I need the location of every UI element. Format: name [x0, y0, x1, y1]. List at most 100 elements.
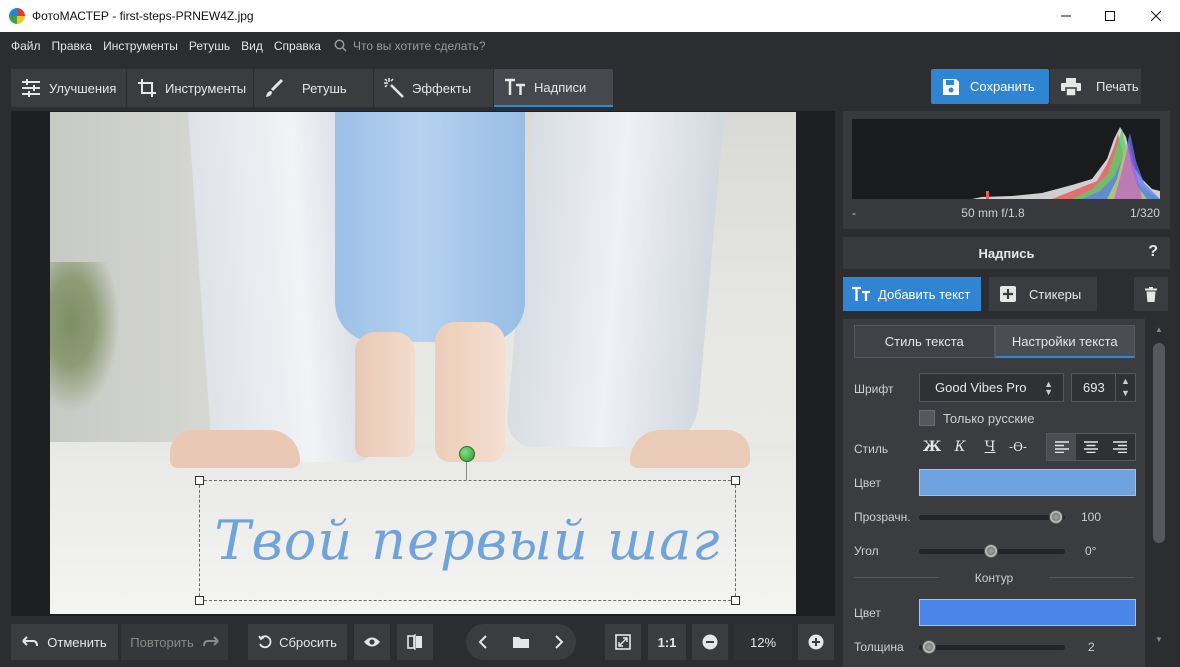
folder-icon[interactable]	[512, 635, 530, 649]
align-left-button[interactable]	[1047, 434, 1077, 460]
tab-effects[interactable]: Эффекты	[374, 69, 493, 107]
divider	[1049, 577, 1134, 578]
strikethrough-button[interactable]: -Ѳ-	[1005, 434, 1031, 460]
canvas-area[interactable]: Твой первый шаг	[11, 111, 835, 616]
preview-button[interactable]	[354, 624, 390, 660]
subtabs: Стиль текста Настройки текста	[854, 325, 1135, 358]
zoom-in-button[interactable]	[798, 624, 834, 660]
thickness-value: 2	[1088, 640, 1095, 654]
zoom-out-icon	[702, 634, 718, 650]
font-select[interactable]: Good Vibes Pro ▲ ▼	[919, 373, 1064, 402]
tab-label: Надписи	[534, 79, 587, 95]
reset-icon	[258, 635, 272, 649]
font-label: Шрифт	[854, 382, 894, 396]
menu-search[interactable]: Что вы хотите сделать?	[334, 39, 486, 53]
minimize-icon[interactable]	[1043, 0, 1089, 32]
histogram: - 50 mm f/1.8 1/320	[843, 111, 1170, 229]
stickers-button[interactable]: Стикеры	[989, 277, 1097, 311]
text-icon	[852, 286, 870, 301]
zoom-1to1-button[interactable]: 1:1	[648, 624, 686, 660]
print-button[interactable]: Печать	[1050, 69, 1141, 104]
chevron-left-icon[interactable]	[478, 635, 488, 649]
tab-label: Эффекты	[412, 80, 472, 96]
crop-icon	[138, 79, 156, 97]
menu-edit[interactable]: Правка	[52, 39, 93, 53]
thickness-label: Толщина	[854, 640, 904, 654]
undo-icon	[22, 636, 39, 647]
maximize-icon[interactable]	[1087, 0, 1133, 32]
text-selection-box[interactable]	[195, 476, 740, 605]
resize-handle-tl[interactable]	[195, 476, 204, 485]
help-button[interactable]: ?	[1148, 243, 1158, 261]
scroll-thumb[interactable]	[1153, 343, 1165, 543]
updown-icon: ▲ ▼	[1044, 379, 1053, 397]
style-label: Стиль	[854, 442, 889, 456]
compare-button[interactable]	[397, 624, 433, 660]
underline-button[interactable]: Ч	[977, 434, 1003, 460]
opacity-slider[interactable]	[919, 510, 1065, 524]
text-settings-panel: Стиль текста Настройки текста Шрифт Good…	[843, 319, 1145, 667]
resize-handle-bl[interactable]	[195, 596, 204, 605]
resize-handle-tr[interactable]	[731, 476, 740, 485]
redo-button[interactable]: Повторить	[121, 624, 228, 660]
menu-help[interactable]: Справка	[274, 39, 321, 53]
resize-handle-br[interactable]	[731, 596, 740, 605]
zoom-level[interactable]: 12%	[734, 624, 792, 660]
menu-bar: Файл Правка Инструменты Ретушь Вид Справ…	[0, 32, 1180, 59]
angle-slider-knob[interactable]	[984, 544, 998, 558]
trash-icon	[1145, 286, 1157, 302]
angle-slider[interactable]	[919, 544, 1065, 558]
bold-button[interactable]: Ж	[919, 434, 945, 460]
camera-info: 50 mm f/1.8	[961, 206, 1025, 220]
save-button[interactable]: Сохранить	[931, 69, 1049, 104]
undo-button[interactable]: Отменить	[11, 624, 118, 660]
angle-value: 0°	[1085, 544, 1097, 558]
settings-scrollbar[interactable]: ▲ ▼	[1148, 319, 1170, 655]
angle-label: Угол	[854, 544, 879, 558]
opacity-value: 100	[1081, 510, 1102, 524]
spinner-arrows-icon[interactable]: ▲ ▼	[1115, 374, 1135, 401]
text-color-swatch[interactable]	[919, 469, 1136, 496]
printer-icon	[1061, 77, 1081, 96]
tab-text-settings[interactable]: Настройки текста	[994, 325, 1135, 358]
tab-text-style[interactable]: Стиль текста	[854, 325, 995, 358]
align-right-button[interactable]	[1106, 434, 1135, 460]
undo-label: Отменить	[47, 634, 107, 650]
tab-retouch[interactable]: Ретушь	[254, 69, 373, 107]
search-icon	[334, 39, 347, 52]
tab-label: Ретушь	[302, 80, 347, 96]
thickness-slider-knob[interactable]	[922, 640, 936, 654]
opacity-slider-knob[interactable]	[1049, 510, 1063, 524]
close-icon[interactable]	[1133, 0, 1179, 32]
chevron-right-icon[interactable]	[554, 635, 564, 649]
zoom-out-button[interactable]	[692, 624, 728, 660]
only-russian-checkbox[interactable]	[919, 410, 935, 426]
scroll-up-icon[interactable]: ▲	[1155, 325, 1163, 334]
search-placeholder: Что вы хотите сделать?	[352, 38, 486, 53]
menu-file[interactable]: Файл	[11, 39, 41, 53]
text-icon	[505, 78, 525, 95]
menu-view[interactable]: Вид	[241, 39, 263, 53]
italic-button[interactable]: К	[947, 434, 973, 460]
menu-retouch[interactable]: Ретушь	[189, 39, 230, 53]
reset-button[interactable]: Сбросить	[248, 624, 347, 660]
align-center-button[interactable]	[1076, 434, 1105, 460]
add-sticker-icon	[1000, 286, 1016, 302]
only-russian-label: Только русские	[943, 411, 1035, 426]
tab-tools[interactable]: Инструменты	[127, 69, 253, 107]
thickness-slider[interactable]	[919, 640, 1065, 654]
contour-color-swatch[interactable]	[919, 599, 1136, 626]
menu-tools[interactable]: Инструменты	[103, 39, 178, 53]
scroll-down-icon[interactable]: ▼	[1155, 635, 1163, 644]
fit-screen-button[interactable]	[605, 624, 641, 660]
floppy-disk-icon	[943, 78, 959, 95]
panel-title: Надпись	[978, 245, 1035, 261]
font-size-spinner[interactable]: 693 ▲ ▼	[1071, 373, 1136, 402]
histogram-left: -	[852, 206, 856, 220]
tab-captions[interactable]: Надписи	[494, 69, 613, 107]
rotate-handle[interactable]	[459, 446, 475, 462]
delete-button[interactable]	[1134, 277, 1168, 311]
add-text-button[interactable]: Добавить текст	[843, 277, 981, 311]
tab-enhancements[interactable]: Улучшения	[11, 69, 126, 107]
font-value: Good Vibes Pro	[935, 380, 1027, 395]
